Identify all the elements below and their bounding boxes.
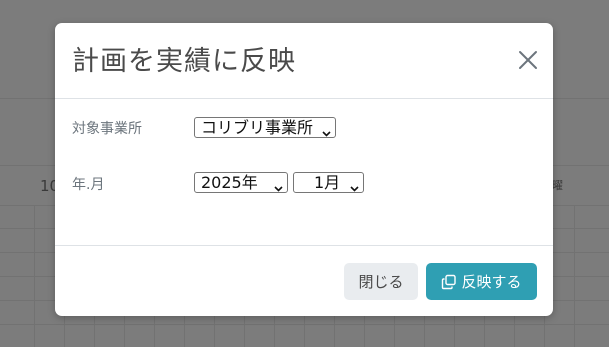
office-label: 対象事業所 bbox=[72, 121, 142, 137]
reflect-button[interactable]: 反映する bbox=[426, 263, 537, 300]
chevron-down-icon bbox=[322, 123, 331, 137]
modal-header: 計画を実績に反映 bbox=[55, 23, 553, 99]
background-grid-line bbox=[574, 205, 575, 347]
copy-icon bbox=[441, 274, 457, 290]
month-select-value: 1月 bbox=[314, 173, 341, 192]
modal-footer: 閉じる 反映する bbox=[55, 245, 553, 316]
year-select[interactable]: 2025年 bbox=[194, 172, 288, 193]
office-select[interactable]: コリブリ事業所 bbox=[194, 117, 336, 138]
chevron-down-icon bbox=[274, 178, 283, 192]
modal-title: 計画を実績に反映 bbox=[72, 46, 296, 77]
background-weekday-label: 曜 bbox=[552, 179, 563, 192]
background-grid-line bbox=[34, 205, 35, 347]
reflect-plan-modal: 計画を実績に反映 対象事業所 コリブリ事業所 年.月 2025年 1月 閉じる … bbox=[55, 23, 553, 316]
close-button[interactable]: 閉じる bbox=[344, 263, 418, 300]
year-select-value: 2025年 bbox=[201, 173, 258, 192]
reflect-button-label: 反映する bbox=[461, 273, 522, 291]
year-month-label: 年.月 bbox=[72, 177, 105, 193]
chevron-down-icon bbox=[350, 178, 359, 192]
close-icon[interactable] bbox=[517, 49, 539, 71]
office-select-value: コリブリ事業所 bbox=[201, 118, 314, 137]
modal-body: 対象事業所 コリブリ事業所 年.月 2025年 1月 bbox=[55, 99, 553, 245]
month-select[interactable]: 1月 bbox=[293, 172, 364, 193]
close-button-label: 閉じる bbox=[358, 273, 404, 291]
